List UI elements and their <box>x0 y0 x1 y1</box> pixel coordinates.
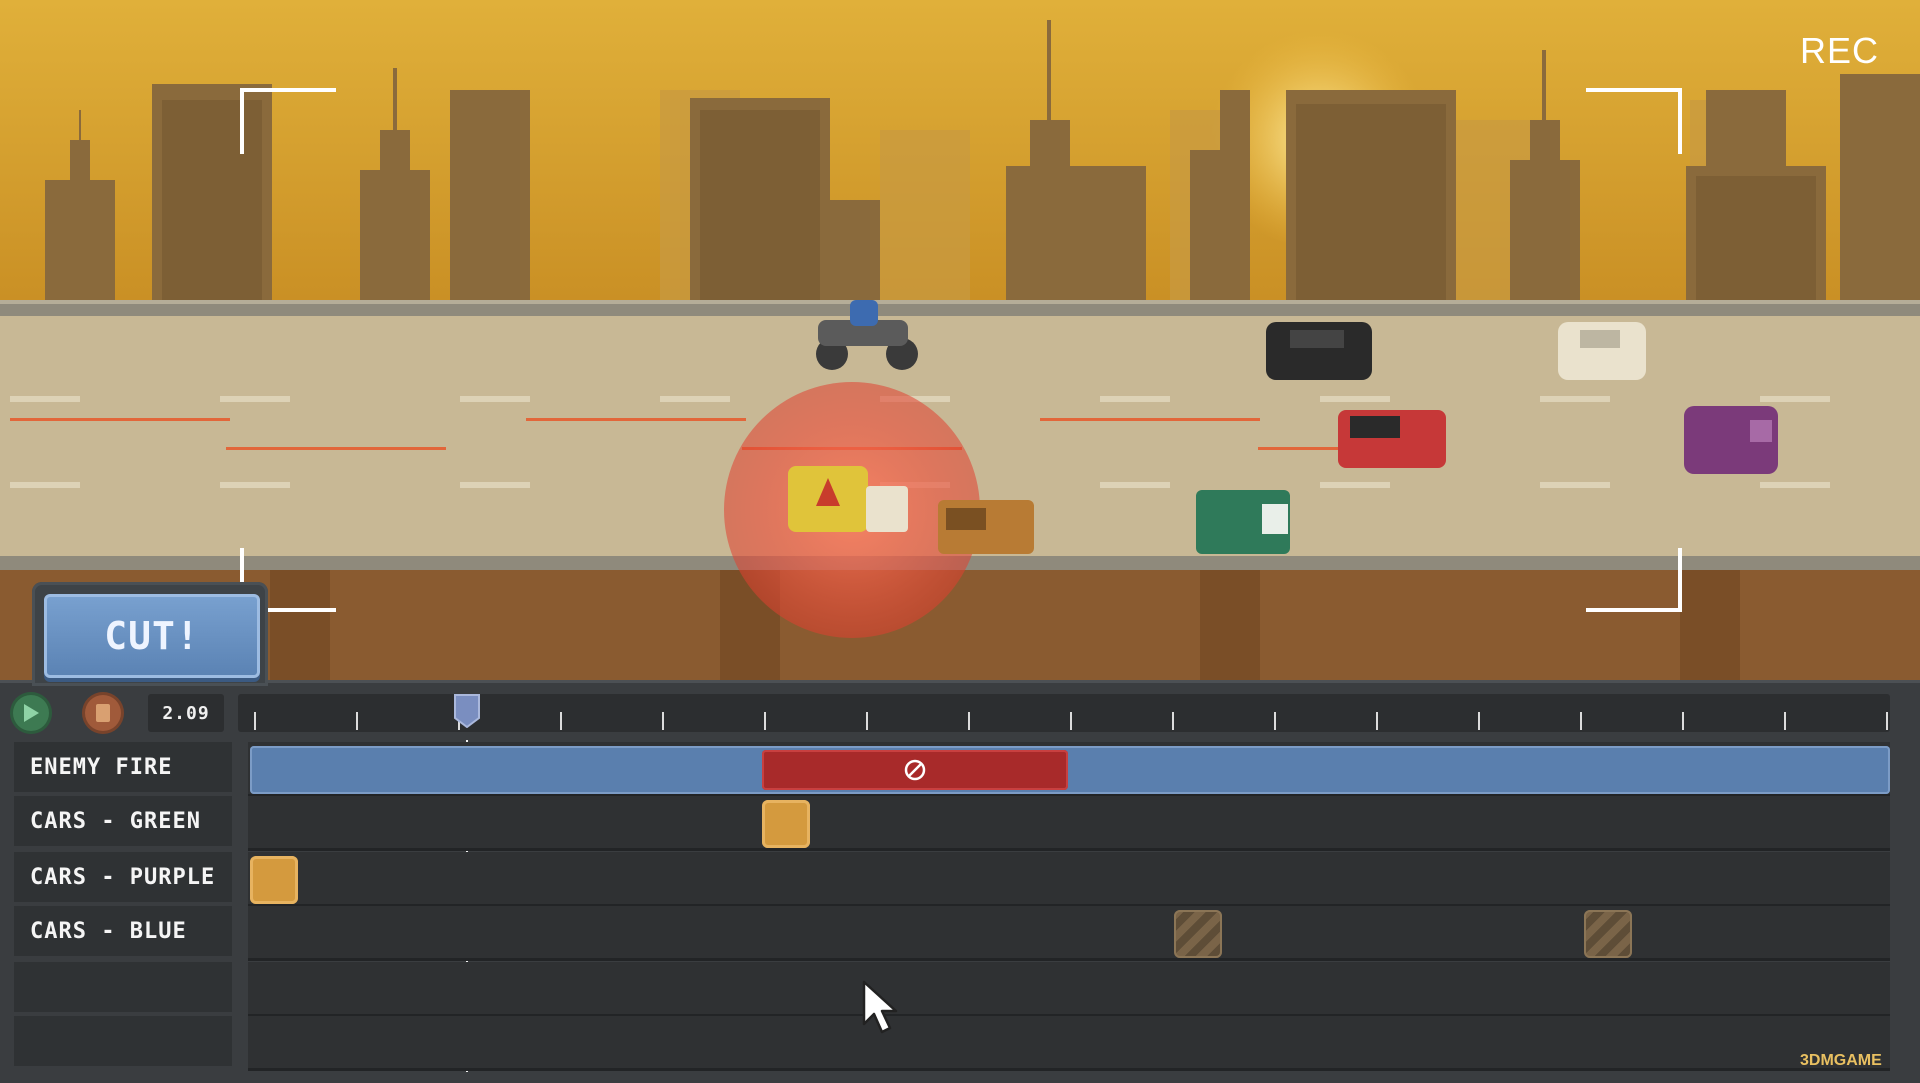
timeline-ruler[interactable] <box>238 694 1890 732</box>
frame-corner-bottom-right <box>1586 548 1682 612</box>
ruler-tick <box>356 712 358 730</box>
track-row[interactable] <box>248 796 1890 851</box>
ruler-tick <box>1274 712 1276 730</box>
ruler-tick <box>1478 712 1480 730</box>
track-label <box>14 962 232 1012</box>
track-row[interactable] <box>248 906 1890 961</box>
track-label: CARS - PURPLE <box>14 852 232 902</box>
play-icon <box>24 704 39 722</box>
blue-car-clip-2[interactable] <box>1584 910 1632 958</box>
ruler-tick <box>1580 712 1582 730</box>
track-row[interactable] <box>248 1016 1890 1071</box>
track-label <box>14 1016 232 1066</box>
record-icon <box>96 704 110 722</box>
watermark: 3DMGAME <box>1800 1052 1882 1069</box>
ruler-tick <box>764 712 766 730</box>
record-button[interactable] <box>82 692 124 734</box>
green-car-clip[interactable] <box>762 800 810 848</box>
ruler-tick <box>1376 712 1378 730</box>
van-green <box>1196 490 1290 554</box>
play-button[interactable] <box>10 692 52 734</box>
ruler-tick <box>1784 712 1786 730</box>
playhead-handle[interactable] <box>454 694 480 728</box>
time-display: 2.09 <box>148 694 224 732</box>
ruler-tick <box>1070 712 1072 730</box>
guardrail-top <box>0 304 1920 316</box>
mouse-cursor-icon <box>862 980 898 1034</box>
track-row[interactable] <box>248 852 1890 907</box>
car-red <box>1338 410 1446 468</box>
no-entry-icon <box>904 759 926 781</box>
ruler-tick <box>254 712 256 730</box>
ruler-tick <box>1172 712 1174 730</box>
car-black <box>1266 322 1372 380</box>
truck-brown <box>938 500 1034 554</box>
track-label: CARS - BLUE <box>14 906 232 956</box>
blocked-segment[interactable] <box>762 750 1068 790</box>
blue-car-clip-1[interactable] <box>1174 910 1222 958</box>
ruler-tick <box>1682 712 1684 730</box>
track-row[interactable] <box>248 962 1890 1017</box>
ruler-tick <box>968 712 970 730</box>
frame-corner-top-left <box>240 88 336 154</box>
cut-button[interactable]: CUT! <box>44 594 260 678</box>
ruler-tick <box>662 712 664 730</box>
ruler-tick <box>560 712 562 730</box>
ruler-tick <box>1886 712 1888 730</box>
rec-indicator: REC <box>1800 30 1880 71</box>
track-label: ENEMY FIRE <box>14 742 232 792</box>
van-purple <box>1684 406 1778 474</box>
purple-car-clip[interactable] <box>250 856 298 904</box>
ruler-tick <box>866 712 868 730</box>
frame-corner-top-right <box>1586 88 1682 154</box>
car-white <box>1558 322 1646 380</box>
track-label: CARS - GREEN <box>14 796 232 846</box>
enemy-fire-clip[interactable] <box>250 746 1890 794</box>
